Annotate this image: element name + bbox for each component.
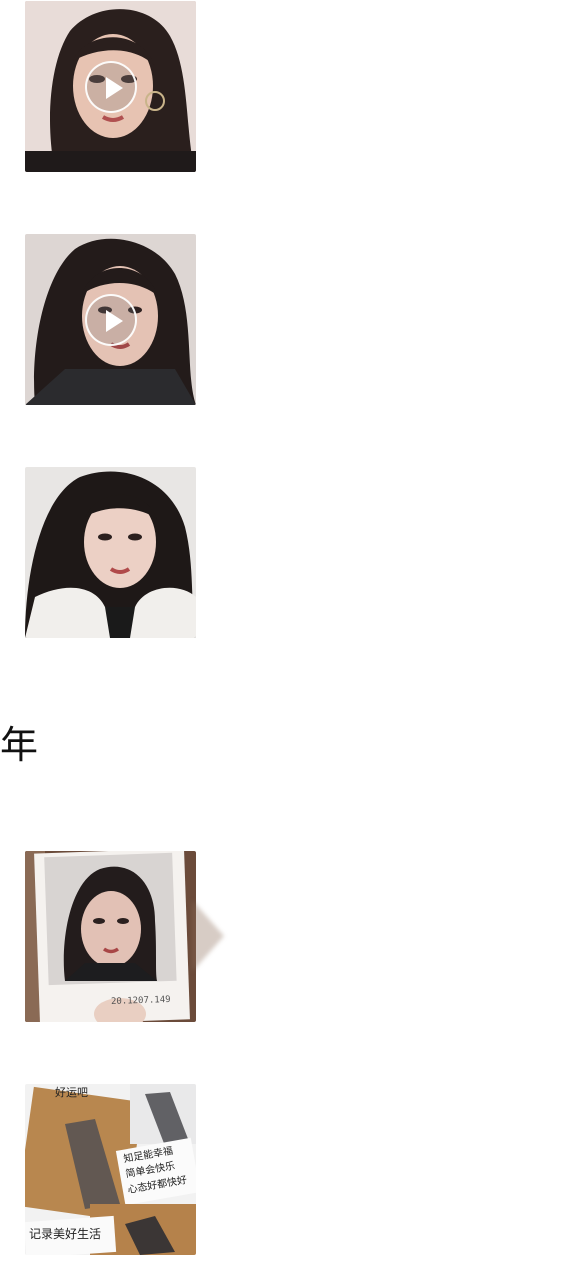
collage-caption-1: 记录美好生活 — [29, 1227, 102, 1241]
portrait-photo — [25, 467, 196, 638]
media-thumbnail-video-1[interactable] — [25, 1, 196, 172]
image-edge-shadow — [192, 900, 224, 972]
media-thumbnail-photo-3[interactable]: 记录美好生活 知足能幸福 简单会快乐 心态好都快好 好运吧 — [25, 1084, 196, 1255]
year-section-heading: 年 — [0, 723, 39, 767]
media-thumbnail-video-2[interactable] — [25, 234, 196, 405]
photo-date-stamp: 20.1207.149 — [110, 994, 171, 1008]
play-icon[interactable] — [84, 60, 137, 113]
collage-caption-5: 好运吧 — [55, 1086, 88, 1099]
play-icon[interactable] — [84, 293, 137, 346]
media-thumbnail-photo-2[interactable]: 20.1207.149 — [25, 851, 196, 1022]
media-thumbnail-photo-1[interactable] — [25, 467, 196, 638]
